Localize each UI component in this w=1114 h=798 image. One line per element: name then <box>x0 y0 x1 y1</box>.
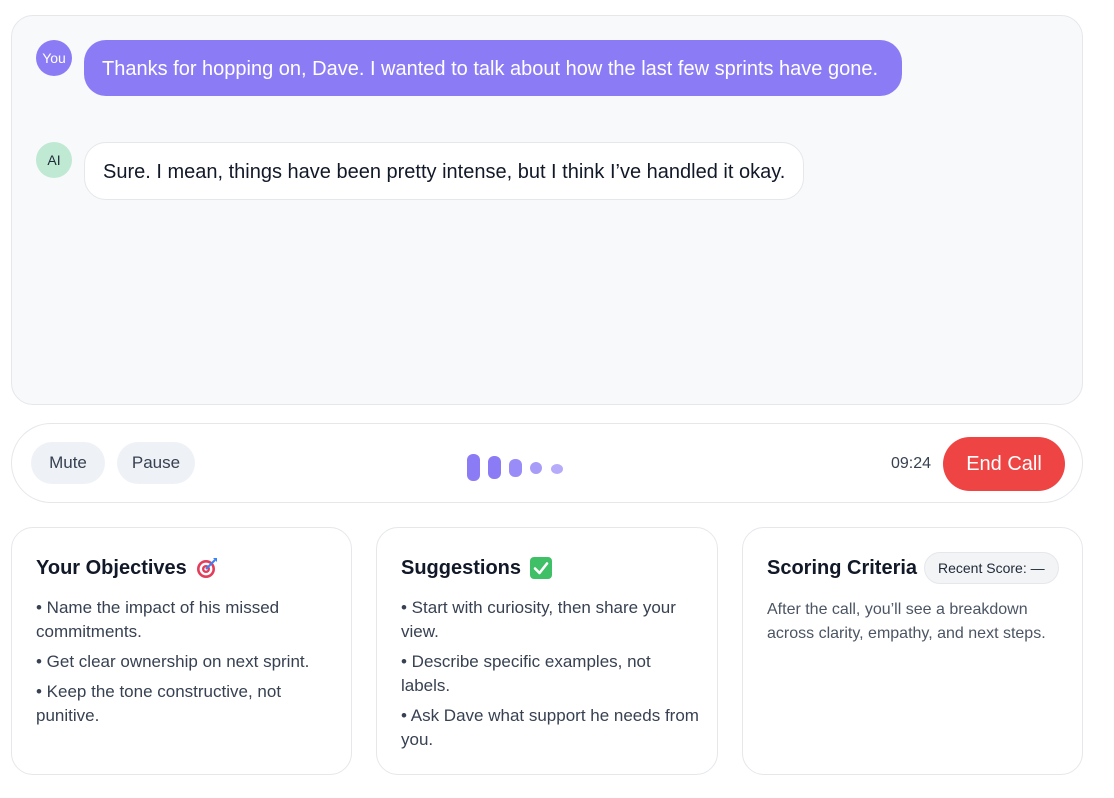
scoring-panel: Scoring Criteria Recent Score: — After t… <box>742 527 1083 775</box>
waveform-bar <box>509 459 522 477</box>
ai-avatar: AI <box>36 142 72 178</box>
pause-button[interactable]: Pause <box>117 442 195 484</box>
waveform-dot <box>551 464 563 474</box>
call-timer: 09:24 <box>891 455 932 472</box>
scoring-title: Scoring Criteria <box>767 557 918 579</box>
end-call-button[interactable]: End Call <box>943 437 1065 491</box>
objectives-list: • Name the impact of his missed commitme… <box>36 596 336 734</box>
objectives-panel: Your Objectives • Name the impact of his… <box>11 527 352 775</box>
scoring-description: After the call, you’ll see a breakdown a… <box>767 601 1046 642</box>
waveform-bar <box>488 456 501 479</box>
chat-message-ai: AI Sure. I mean, things have been pretty… <box>36 142 805 200</box>
suggestions-title: Suggestions <box>401 557 522 579</box>
waveform-bar <box>467 454 480 481</box>
check-mark-icon <box>530 557 553 579</box>
mute-button[interactable]: Mute <box>31 442 105 484</box>
user-avatar: You <box>36 40 72 76</box>
suggestion-item: • Ask Dave what support he needs from yo… <box>401 706 699 749</box>
suggestion-item: • Start with curiosity, then share your … <box>401 598 676 641</box>
objective-item: • Keep the tone constructive, not puniti… <box>36 682 282 725</box>
suggestion-item: • Describe specific examples, not labels… <box>401 652 651 695</box>
recent-score-badge: Recent Score: — <box>924 552 1059 584</box>
objective-item: • Name the impact of his missed commitme… <box>36 598 280 641</box>
target-icon <box>196 557 218 579</box>
user-message-bubble: Thanks for hopping on, Dave. I wanted to… <box>84 40 902 96</box>
chat-message-user: You Thanks for hopping on, Dave. I wante… <box>36 40 902 96</box>
call-control-bar: Mute Pause 09:24 End Call <box>11 423 1083 503</box>
ai-message-bubble: Sure. I mean, things have been pretty in… <box>84 142 805 200</box>
audio-waveform-icon <box>467 452 577 484</box>
chat-transcript: You Thanks for hopping on, Dave. I wante… <box>11 15 1083 405</box>
objectives-title: Your Objectives <box>36 557 187 579</box>
waveform-dot <box>530 462 542 474</box>
objective-item: • Get clear ownership on next sprint. <box>36 652 310 671</box>
suggestions-panel: Suggestions • Start with curiosity, then… <box>376 527 718 775</box>
suggestions-list: • Start with curiosity, then share your … <box>401 596 701 758</box>
